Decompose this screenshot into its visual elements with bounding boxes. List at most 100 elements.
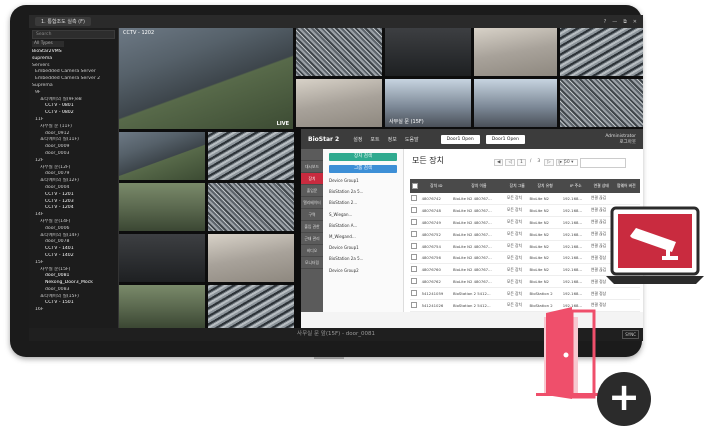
- prev-page-button[interactable]: ◁: [505, 159, 515, 166]
- device-group-item[interactable]: BioStation 2...: [323, 197, 403, 208]
- tree-item[interactable]: 11F: [32, 117, 118, 124]
- app-side-menu-item[interactable]: [301, 149, 323, 161]
- camera-tile[interactable]: [560, 79, 643, 127]
- camera-tile[interactable]: [119, 183, 205, 231]
- app-side-menu-item[interactable]: 비디오: [301, 245, 323, 257]
- device-group-item[interactable]: BioStation A...: [323, 220, 403, 231]
- app-side-menu-item[interactable]: 모니터링: [301, 257, 323, 269]
- tree-item[interactable]: door_0081: [32, 273, 118, 280]
- logout-link[interactable]: 로그아웃: [605, 139, 636, 145]
- row-checkbox[interactable]: [411, 266, 417, 273]
- sync-button[interactable]: SYNC: [622, 330, 639, 339]
- device-group-item[interactable]: S_Wiegan...: [323, 209, 403, 220]
- device-group-item[interactable]: Device Group2: [323, 265, 403, 276]
- tree-item[interactable]: 포티에이의 실(15F): [32, 294, 118, 301]
- nav-port[interactable]: 포트: [370, 136, 379, 143]
- tree-item[interactable]: door_0078: [32, 239, 118, 246]
- table-header-cell[interactable]: 연결 상태: [589, 179, 613, 193]
- tree-item[interactable]: Suprema: [32, 83, 118, 90]
- camera-tile[interactable]: [119, 132, 205, 180]
- tree-item[interactable]: 사무실 문(15F): [32, 267, 118, 274]
- app-side-menu-item[interactable]: 구역: [301, 209, 323, 221]
- search-input[interactable]: Search: [32, 30, 115, 39]
- tree-item[interactable]: Nekong_Door3_Mock: [32, 280, 118, 287]
- tree-item[interactable]: door_0083: [32, 287, 118, 294]
- tree-item[interactable]: CCTV - 1401: [32, 246, 118, 253]
- next-page-button[interactable]: ▷: [544, 159, 554, 166]
- device-search-button[interactable]: 장치 검색: [329, 153, 397, 161]
- tree-item[interactable]: 9F: [32, 90, 118, 97]
- table-header-cell[interactable]: 펌웨어 버전: [612, 179, 640, 193]
- door-open-button[interactable]: Door1 Open: [440, 134, 480, 144]
- restore-icon[interactable]: ⧉: [623, 19, 627, 25]
- table-header-cell[interactable]: 장치 유형: [528, 179, 562, 193]
- camera-tile[interactable]: [208, 183, 294, 231]
- camera-tile[interactable]: [474, 28, 557, 76]
- device-group-item[interactable]: Device Group1: [323, 242, 403, 253]
- camera-tile[interactable]: [560, 28, 643, 76]
- tree-item[interactable]: CCTV - 1201: [32, 192, 118, 199]
- select-all-checkbox[interactable]: [412, 182, 419, 189]
- app-side-menu-item[interactable]: 근태 관리: [301, 233, 323, 245]
- camera-tile[interactable]: [208, 234, 294, 282]
- nav-help[interactable]: 도움말: [405, 136, 419, 143]
- tree-item[interactable]: door_0004: [32, 185, 118, 192]
- tree-item[interactable]: 12F: [32, 158, 118, 165]
- add-icon[interactable]: +: [597, 372, 651, 426]
- app-side-menu-item[interactable]: 엘리베이터: [301, 197, 323, 209]
- row-checkbox[interactable]: [411, 230, 417, 237]
- row-checkbox[interactable]: [411, 194, 417, 201]
- tree-item[interactable]: 포티에이의 실(9F)e8: [32, 97, 118, 104]
- tree-item[interactable]: 14F: [32, 212, 118, 219]
- tree-item[interactable]: Embedded Camera Server: [32, 69, 118, 76]
- table-header-cell[interactable]: 장치 ID: [420, 179, 452, 193]
- camera-tile[interactable]: [208, 132, 294, 180]
- camera-tile[interactable]: [208, 285, 294, 328]
- table-header-cell[interactable]: IP 주소: [561, 179, 590, 193]
- window-tab[interactable]: 1. 통합조도 실측 (F): [35, 17, 91, 26]
- table-header-cell[interactable]: 장치 그룹: [505, 179, 529, 193]
- tree-item[interactable]: door_0006: [32, 226, 118, 233]
- tree-item[interactable]: CCTV - 0802: [32, 110, 118, 117]
- tree-item[interactable]: door_0003: [32, 151, 118, 158]
- tree-item[interactable]: CCTV - 0801: [32, 103, 118, 110]
- close-icon[interactable]: ✕: [633, 19, 637, 25]
- rows-per-page-select[interactable]: 50 ▾: [559, 159, 579, 166]
- tree-item[interactable]: 사무실 문(12F): [32, 165, 118, 172]
- type-filter[interactable]: All Types: [32, 41, 64, 47]
- tree-item[interactable]: 포티에이의 실(14F): [32, 233, 118, 240]
- table-row[interactable]: 541241059 BioStation 2 5412... 모든 장치 BioSta…: [410, 287, 640, 301]
- table-header-cell[interactable]: [410, 179, 421, 193]
- app-side-menu-item[interactable]: 장치: [301, 173, 323, 185]
- tree-item[interactable]: CCTV - 1402: [32, 253, 118, 260]
- tree-item[interactable]: BioStar2VMS: [32, 49, 118, 56]
- tree-item[interactable]: door_0009: [32, 144, 118, 151]
- door-open-button[interactable]: Door1 Open: [485, 134, 525, 144]
- camera-tile[interactable]: [385, 28, 471, 76]
- device-search-input[interactable]: [580, 158, 626, 168]
- nav-info[interactable]: 정보: [388, 136, 397, 143]
- app-side-menu-item[interactable]: 출입 권한: [301, 221, 323, 233]
- row-checkbox[interactable]: [411, 278, 417, 285]
- row-checkbox[interactable]: [411, 290, 417, 297]
- camera-tile[interactable]: [296, 28, 382, 76]
- tree-item[interactable]: 사무실 문 (11F): [32, 124, 118, 131]
- app-side-menu-item[interactable]: 대시보드: [301, 161, 323, 173]
- row-checkbox[interactable]: [411, 206, 417, 213]
- first-page-button[interactable]: ◀: [494, 159, 504, 166]
- tree-item[interactable]: door_0079: [32, 171, 118, 178]
- tree-item[interactable]: Servers: [32, 63, 118, 70]
- device-group-item[interactable]: BioStation 2a 5...: [323, 253, 403, 264]
- device-group-item[interactable]: BioStation 2a 5...: [323, 186, 403, 197]
- row-checkbox[interactable]: [411, 301, 417, 308]
- minimize-icon[interactable]: —: [612, 19, 617, 25]
- device-group-item[interactable]: M_Wiegand...: [323, 231, 403, 242]
- nav-settings[interactable]: 설정: [353, 136, 362, 143]
- tree-item[interactable]: 포티에이의 실(12F): [32, 178, 118, 185]
- camera-tile[interactable]: [474, 79, 557, 127]
- tree-item[interactable]: door_0912: [32, 131, 118, 138]
- tree-item[interactable]: Embedded Camera Server 2: [32, 76, 118, 83]
- tree-item[interactable]: CCTV - 1501: [32, 300, 118, 307]
- tree-item[interactable]: 15F: [32, 260, 118, 267]
- row-checkbox[interactable]: [411, 218, 417, 225]
